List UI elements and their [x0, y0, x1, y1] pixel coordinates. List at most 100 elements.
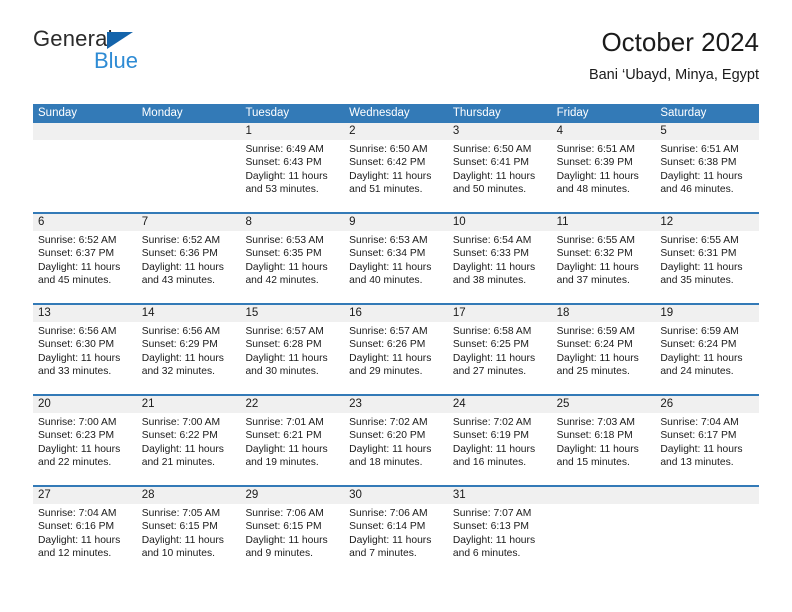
weekday-header-wednesday: Wednesday: [349, 107, 410, 119]
daylight-text-line2: and 6 minutes.: [452, 547, 521, 559]
daylight-text-line2: and 51 minutes.: [349, 183, 423, 195]
day-number: 13: [33, 305, 137, 322]
sunrise-text: Sunrise: 6:59 AM: [660, 326, 739, 337]
calendar-day-cell-empty: [136, 123, 241, 212]
sunset-text: Sunset: 6:14 PM: [349, 521, 426, 533]
day-sun-info: Sunrise: 6:59 AM Sunset: 6:24 PM Daylight:…: [655, 322, 759, 378]
daylight-text-line2: and 12 minutes.: [38, 547, 112, 559]
calendar-day-cell[interactable]: 14 Sunrise: 6:56 AM Sunset: 6:29 PM Dayligh…: [136, 305, 241, 394]
day-number: 29: [240, 487, 345, 504]
sunset-text: Sunset: 6:35 PM: [245, 248, 322, 260]
calendar-grid: Sunday Monday Tuesday Wednesday Thursday…: [33, 104, 760, 576]
calendar-day-cell[interactable]: 9 Sunrise: 6:53 AM Sunset: 6:34 PM Daylight…: [344, 214, 448, 303]
sunset-text: Sunset: 6:22 PM: [141, 430, 218, 442]
daylight-text-line1: Daylight: 11 hours: [556, 170, 639, 182]
sunset-text: Sunset: 6:24 PM: [660, 339, 737, 351]
daylight-text-line2: and 38 minutes.: [452, 274, 527, 286]
calendar-day-cell[interactable]: 8 Sunrise: 6:53 AM Sunset: 6:35 PM Daylight…: [240, 214, 345, 303]
calendar-day-cell[interactable]: 26 Sunrise: 7:04 AM Sunset: 6:17 PM Dayligh…: [655, 396, 760, 485]
calendar-day-cell[interactable]: 2 Sunrise: 6:50 AM Sunset: 6:42 PM Daylight…: [344, 123, 448, 212]
sunset-text: Sunset: 6:18 PM: [556, 430, 633, 442]
daylight-text-line1: Daylight: 11 hours: [660, 170, 743, 182]
calendar-day-cell[interactable]: 18 Sunrise: 6:59 AM Sunset: 6:24 PM Dayligh…: [551, 305, 656, 394]
daylight-text-line1: Daylight: 11 hours: [245, 352, 328, 364]
sunrise-text: Sunrise: 6:51 AM: [556, 144, 636, 155]
calendar-day-cell-empty: [551, 487, 656, 576]
calendar-day-cell[interactable]: 17 Sunrise: 6:58 AM Sunset: 6:25 PM Dayligh…: [447, 305, 552, 394]
calendar-day-cell[interactable]: 15 Sunrise: 6:57 AM Sunset: 6:28 PM Dayligh…: [240, 305, 345, 394]
sunrise-text: Sunrise: 6:52 AM: [38, 235, 117, 246]
day-sun-info: Sunrise: 6:52 AM Sunset: 6:36 PM Daylight:…: [137, 231, 241, 287]
calendar-day-cell[interactable]: 25 Sunrise: 7:03 AM Sunset: 6:18 PM Dayligh…: [551, 396, 656, 485]
calendar-day-cell[interactable]: 13 Sunrise: 6:56 AM Sunset: 6:30 PM Dayligh…: [33, 305, 137, 394]
calendar-day-cell[interactable]: 10 Sunrise: 6:54 AM Sunset: 6:33 PM Dayligh…: [447, 214, 552, 303]
daylight-text-line1: Daylight: 11 hours: [660, 261, 743, 273]
sunrise-text: Sunrise: 6:55 AM: [660, 235, 739, 246]
day-sun-info: Sunrise: 7:01 AM Sunset: 6:21 PM Daylight:…: [240, 413, 344, 469]
daylight-text-line2: and 42 minutes.: [245, 274, 319, 286]
day-sun-info: Sunrise: 6:57 AM Sunset: 6:28 PM Daylight:…: [240, 322, 344, 378]
daylight-text-line2: and 37 minutes.: [556, 274, 630, 286]
daylight-text-line1: Daylight: 11 hours: [452, 534, 536, 546]
sunrise-text: Sunrise: 6:51 AM: [660, 144, 739, 155]
calendar-day-cell[interactable]: 5 Sunrise: 6:51 AM Sunset: 6:38 PM Daylight…: [655, 123, 760, 212]
calendar-day-cell[interactable]: 21 Sunrise: 7:00 AM Sunset: 6:22 PM Dayligh…: [136, 396, 241, 485]
daylight-text-line1: Daylight: 11 hours: [141, 261, 224, 273]
calendar-day-cell[interactable]: 1 Sunrise: 6:49 AM Sunset: 6:43 PM Daylight…: [240, 123, 345, 212]
sunrise-text: Sunrise: 7:00 AM: [38, 417, 117, 428]
day-sun-info: Sunrise: 7:07 AM Sunset: 6:13 PM Daylight:…: [448, 504, 552, 560]
calendar-page: General Blue October 2024 Bani ‘Ubayd, M…: [0, 0, 792, 612]
sunrise-text: Sunrise: 7:01 AM: [245, 417, 324, 428]
sunrise-text: Sunrise: 7:04 AM: [38, 508, 117, 519]
daylight-text-line2: and 18 minutes.: [349, 456, 423, 468]
sunset-text: Sunset: 6:15 PM: [245, 521, 322, 533]
calendar-day-cell[interactable]: 31 Sunrise: 7:07 AM Sunset: 6:13 PM Dayligh…: [447, 487, 552, 576]
weekday-header-monday: Monday: [141, 107, 183, 119]
daylight-text-line2: and 22 minutes.: [38, 456, 112, 468]
sunset-text: Sunset: 6:23 PM: [38, 430, 115, 442]
calendar-day-cell[interactable]: 11 Sunrise: 6:55 AM Sunset: 6:32 PM Dayligh…: [551, 214, 656, 303]
day-number: 9: [344, 214, 448, 231]
day-number: 18: [551, 305, 656, 322]
calendar-day-cell[interactable]: 29 Sunrise: 7:06 AM Sunset: 6:15 PM Dayligh…: [240, 487, 345, 576]
calendar-day-cell[interactable]: 22 Sunrise: 7:01 AM Sunset: 6:21 PM Dayligh…: [240, 396, 345, 485]
sunset-text: Sunset: 6:30 PM: [38, 339, 115, 351]
calendar-day-cell[interactable]: 4 Sunrise: 6:51 AM Sunset: 6:39 PM Daylight…: [551, 123, 656, 212]
daylight-text-line1: Daylight: 11 hours: [349, 170, 432, 182]
sunrise-text: Sunrise: 6:53 AM: [349, 235, 428, 246]
daylight-text-line2: and 27 minutes.: [452, 365, 527, 377]
calendar-day-cell[interactable]: 30 Sunrise: 7:06 AM Sunset: 6:14 PM Dayligh…: [344, 487, 448, 576]
day-number: 27: [33, 487, 137, 504]
calendar-day-cell[interactable]: 12 Sunrise: 6:55 AM Sunset: 6:31 PM Dayligh…: [655, 214, 760, 303]
daylight-text-line2: and 48 minutes.: [556, 183, 630, 195]
day-sun-info: Sunrise: 7:06 AM Sunset: 6:14 PM Daylight:…: [344, 504, 448, 560]
daylight-text-line2: and 21 minutes.: [141, 456, 215, 468]
calendar-week-row: 1 Sunrise: 6:49 AM Sunset: 6:43 PM Daylight…: [33, 123, 760, 212]
day-number: 25: [551, 396, 656, 413]
day-number: 23: [344, 396, 448, 413]
daylight-text-line2: and 30 minutes.: [245, 365, 319, 377]
sunrise-text: Sunrise: 6:56 AM: [141, 326, 221, 337]
calendar-day-cell[interactable]: 24 Sunrise: 7:02 AM Sunset: 6:19 PM Dayligh…: [447, 396, 552, 485]
daylight-text-line1: Daylight: 11 hours: [349, 534, 432, 546]
calendar-week-row: 20 Sunrise: 7:00 AM Sunset: 6:23 PM Dayligh…: [33, 394, 760, 485]
calendar-day-cell[interactable]: 6 Sunrise: 6:52 AM Sunset: 6:37 PM Daylight…: [33, 214, 137, 303]
sunset-text: Sunset: 6:32 PM: [556, 248, 633, 260]
sunset-text: Sunset: 6:26 PM: [349, 339, 426, 351]
day-number: [136, 123, 241, 140]
calendar-day-cell[interactable]: 3 Sunrise: 6:50 AM Sunset: 6:41 PM Daylight…: [447, 123, 552, 212]
daylight-text-line1: Daylight: 11 hours: [556, 261, 639, 273]
calendar-day-cell[interactable]: 20 Sunrise: 7:00 AM Sunset: 6:23 PM Dayligh…: [33, 396, 137, 485]
calendar-day-cell[interactable]: 7 Sunrise: 6:52 AM Sunset: 6:36 PM Daylight…: [136, 214, 241, 303]
daylight-text-line2: and 53 minutes.: [245, 183, 319, 195]
calendar-day-cell[interactable]: 27 Sunrise: 7:04 AM Sunset: 6:16 PM Dayligh…: [33, 487, 137, 576]
sunset-text: Sunset: 6:16 PM: [38, 521, 115, 533]
sunset-text: Sunset: 6:15 PM: [141, 521, 218, 533]
daylight-text-line1: Daylight: 11 hours: [349, 261, 432, 273]
calendar-day-cell[interactable]: 28 Sunrise: 7:05 AM Sunset: 6:15 PM Dayligh…: [136, 487, 241, 576]
calendar-day-cell[interactable]: 19 Sunrise: 6:59 AM Sunset: 6:24 PM Dayligh…: [655, 305, 760, 394]
calendar-day-cell[interactable]: 16 Sunrise: 6:57 AM Sunset: 6:26 PM Dayligh…: [344, 305, 448, 394]
general-blue-logo[interactable]: General Blue: [33, 26, 253, 82]
calendar-day-cell[interactable]: 23 Sunrise: 7:02 AM Sunset: 6:20 PM Dayligh…: [344, 396, 448, 485]
day-sun-info: Sunrise: 7:04 AM Sunset: 6:17 PM Daylight:…: [655, 413, 759, 469]
